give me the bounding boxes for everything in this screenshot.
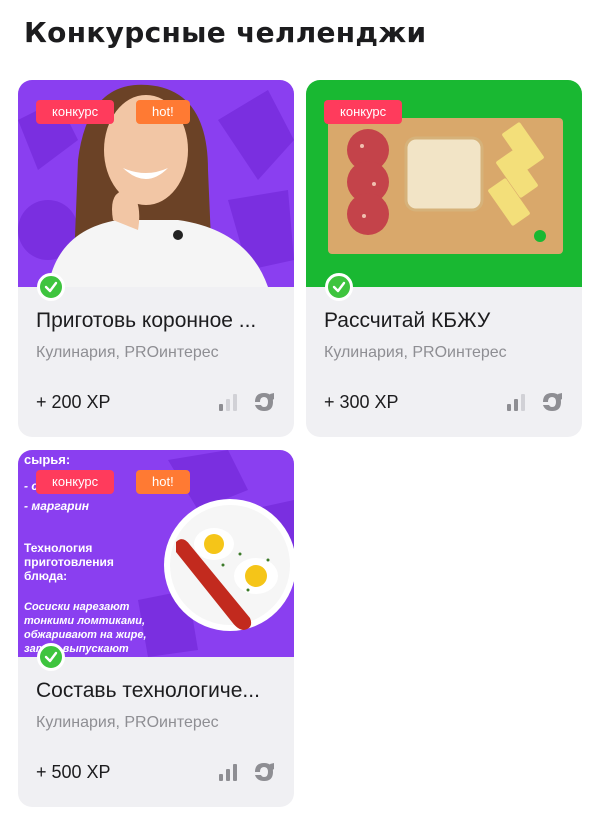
challenge-xp: + 200 XP (36, 392, 111, 412)
page-title: Конкурсные челленджи (24, 16, 427, 49)
brand-icon (540, 391, 564, 418)
challenge-card[interactable]: конкурс hot! Приготовь коронное ... Кули… (18, 80, 294, 437)
image-text-line: Сосиски нарезают (24, 601, 130, 613)
image-text-line: Технология (24, 541, 92, 555)
hot-badge: hot! (136, 100, 190, 124)
hot-badge: hot! (136, 470, 190, 494)
challenge-tags: Кулинария, PROинтерес (324, 344, 507, 361)
completed-check-icon (37, 273, 65, 301)
challenge-xp: + 500 XP (36, 762, 111, 782)
image-text-line: - маргарин (24, 499, 90, 513)
image-text-line: приготовления (24, 555, 114, 569)
challenge-tags: Кулинария, PROинтерес (36, 714, 219, 731)
challenge-title: Составь технологиче... (36, 679, 260, 702)
challenge-card[interactable]: конкурс Рассчитай КБЖУ Кулинария, PROинт… (306, 80, 582, 437)
contest-badge: конкурс (36, 470, 115, 494)
completed-check-icon (325, 273, 353, 301)
brand-icon (252, 761, 276, 788)
image-text-line: блюда: (24, 569, 67, 583)
challenge-title: Приготовь коронное ... (36, 309, 257, 332)
image-text-line: сырья: (24, 452, 70, 467)
difficulty-level-icon (506, 392, 526, 417)
challenge-xp: + 300 XP (324, 392, 399, 412)
image-text-line: тонкими ломтиками, (24, 615, 145, 627)
completed-check-icon (37, 643, 65, 671)
contest-badge: конкурс (324, 100, 403, 124)
challenge-card[interactable]: сырья: - сосиски - маргарин Технология п… (18, 450, 294, 807)
image-text-line: обжаривают на жире, (24, 629, 147, 641)
brand-icon (252, 391, 276, 418)
contest-badge: конкурс (36, 100, 115, 124)
challenge-tags: Кулинария, PROинтерес (36, 344, 219, 361)
difficulty-level-icon (218, 392, 238, 417)
challenge-title: Рассчитай КБЖУ (324, 309, 491, 332)
difficulty-level-icon (218, 762, 238, 787)
